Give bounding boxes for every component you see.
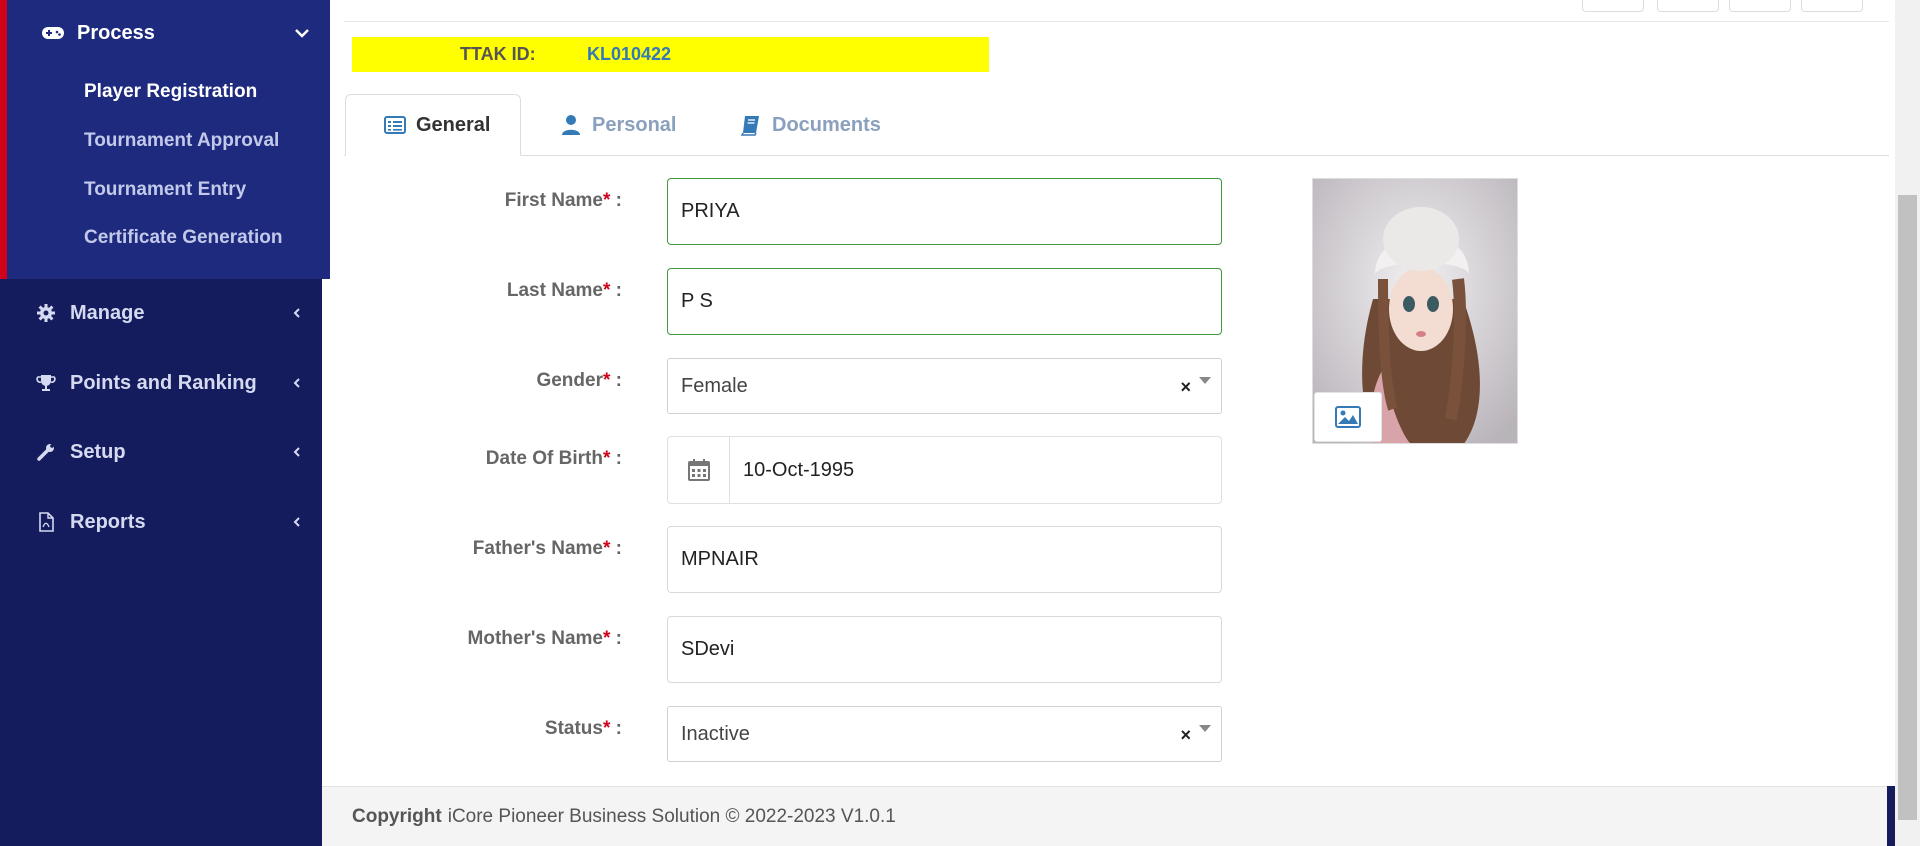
sidebar-item-manage[interactable]: Manage bbox=[36, 298, 304, 328]
image-icon bbox=[1335, 406, 1361, 428]
last-name-field[interactable]: P S bbox=[667, 268, 1222, 335]
mother-name-field[interactable]: SDevi bbox=[667, 616, 1222, 683]
chevron-left-icon bbox=[293, 447, 300, 457]
footer-edge bbox=[1887, 786, 1895, 846]
book-icon bbox=[740, 116, 759, 136]
caret-down-icon bbox=[1199, 377, 1211, 384]
ttak-id-value: KL010422 bbox=[587, 44, 672, 64]
chevron-left-icon bbox=[293, 378, 300, 388]
process-menu-label: Process bbox=[77, 21, 155, 44]
list-alt-icon bbox=[384, 116, 406, 134]
tab-label: Personal bbox=[592, 113, 677, 136]
status-select[interactable]: Inactive × bbox=[667, 706, 1222, 762]
last-name-label: Last Name* : bbox=[506, 280, 622, 301]
footer-text: iCore Pioneer Business Solution © 2022-2… bbox=[447, 805, 896, 827]
scrollbar-thumb[interactable] bbox=[1898, 195, 1917, 820]
status-label: Status* : bbox=[544, 718, 622, 739]
sidebar-item-label: Manage bbox=[70, 301, 145, 324]
chevron-left-icon bbox=[293, 308, 300, 318]
tab-label: General bbox=[416, 113, 491, 136]
gamepad-icon bbox=[42, 27, 64, 39]
sidebar-item-tournament-approval[interactable]: Tournament Approval bbox=[84, 130, 279, 152]
upload-photo-button[interactable] bbox=[1314, 392, 1382, 442]
toolbar-button[interactable] bbox=[1801, 0, 1863, 12]
dob-input[interactable]: 10-Oct-1995 bbox=[730, 437, 1221, 503]
toolbar-divider bbox=[344, 21, 1889, 22]
toolbar-button[interactable] bbox=[1729, 0, 1791, 12]
sidebar-item-label: Points and Ranking bbox=[70, 371, 257, 394]
sidebar-item-label: Setup bbox=[70, 440, 126, 463]
sidebar-item-points-and-ranking[interactable]: Points and Ranking bbox=[36, 368, 304, 398]
caret-down-icon bbox=[1199, 725, 1211, 732]
sidebar-item-tournament-entry[interactable]: Tournament Entry bbox=[84, 179, 246, 201]
chevron-down-icon bbox=[295, 29, 309, 38]
father-name-field[interactable]: MPNAIR bbox=[667, 526, 1222, 593]
tab-documents[interactable]: Documents bbox=[740, 94, 881, 156]
clear-selection-icon[interactable]: × bbox=[1180, 725, 1191, 746]
gear-icon bbox=[37, 304, 55, 322]
calendar-icon bbox=[687, 459, 710, 481]
sidebar-item-player-registration[interactable]: Player Registration bbox=[84, 81, 257, 103]
user-icon bbox=[562, 115, 580, 135]
gender-label: Gender* : bbox=[536, 370, 622, 391]
dob-field[interactable]: 10-Oct-1995 bbox=[667, 436, 1222, 504]
footer: Copyright iCore Pioneer Business Solutio… bbox=[322, 786, 1888, 846]
sidebar-item-reports[interactable]: Reports bbox=[36, 507, 304, 537]
ttak-id-label: TTAK ID: bbox=[460, 44, 536, 64]
sidebar-item-label: Reports bbox=[70, 510, 146, 533]
toolbar-button[interactable] bbox=[1657, 0, 1719, 12]
first-name-label: First Name* : bbox=[504, 190, 622, 211]
footer-brand: Copyright bbox=[352, 805, 442, 827]
tab-general[interactable]: General bbox=[345, 94, 521, 156]
chevron-left-icon bbox=[293, 517, 300, 527]
sidebar-item-certificate-generation[interactable]: Certificate Generation bbox=[84, 227, 283, 249]
tab-personal[interactable]: Personal bbox=[560, 94, 676, 156]
first-name-field[interactable]: PRIYA bbox=[667, 178, 1222, 245]
gender-select-value: Female bbox=[681, 374, 748, 397]
calendar-button[interactable] bbox=[668, 437, 730, 503]
wrench-icon bbox=[37, 444, 54, 461]
mother-name-label: Mother's Name* : bbox=[467, 628, 622, 649]
process-menu-toggle[interactable]: Process bbox=[41, 18, 311, 48]
status-select-value: Inactive bbox=[681, 722, 750, 745]
tab-label: Documents bbox=[772, 113, 881, 136]
dob-label: Date Of Birth* : bbox=[485, 448, 622, 469]
pdf-file-icon bbox=[39, 512, 54, 532]
sidebar-item-setup[interactable]: Setup bbox=[36, 437, 304, 467]
trophy-icon bbox=[36, 375, 56, 391]
clear-selection-icon[interactable]: × bbox=[1180, 377, 1191, 398]
ttak-id-banner: TTAK ID: KL010422 bbox=[352, 37, 989, 72]
gender-select[interactable]: Female × bbox=[667, 358, 1222, 414]
father-name-label: Father's Name* : bbox=[472, 538, 622, 559]
toolbar-button[interactable] bbox=[1582, 0, 1644, 12]
